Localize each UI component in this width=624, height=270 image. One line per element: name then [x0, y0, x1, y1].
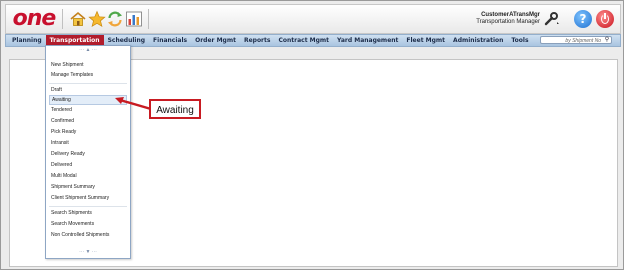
- wrench-icon[interactable]: [544, 12, 560, 26]
- user-name: CustomerATransMgr: [481, 12, 540, 18]
- one-logo[interactable]: one: [12, 8, 57, 30]
- help-icon[interactable]: ?: [574, 10, 592, 28]
- shipment-search-input[interactable]: by Shipment No: [540, 36, 612, 44]
- nav-reports[interactable]: Reports: [240, 35, 275, 46]
- menu-item-pick-ready[interactable]: Pick Ready: [49, 127, 127, 137]
- user-info: CustomerATransMgr Transportation Manager: [476, 12, 540, 26]
- menu-divider: [49, 206, 127, 207]
- home-icon[interactable]: [69, 10, 87, 28]
- nav-tools[interactable]: Tools: [507, 35, 532, 46]
- nav-order-mgmt[interactable]: Order Mgmt: [191, 35, 240, 46]
- user-role: Transportation Manager: [476, 19, 540, 25]
- menu-divider: [49, 83, 127, 84]
- header-divider: [62, 9, 63, 29]
- menu-item-shipment-summary[interactable]: Shipment Summary: [49, 182, 127, 192]
- chart-icon[interactable]: [125, 10, 143, 28]
- refresh-icon[interactable]: [106, 10, 124, 28]
- scroll-up-icon[interactable]: ⋯ ▲ ⋯: [46, 46, 130, 54]
- nav-yard-management[interactable]: Yard Management: [333, 35, 402, 46]
- app-window: one CustomerATransMgr Transportation Man…: [0, 0, 624, 270]
- menu-item-client-shipment-summary[interactable]: Client Shipment Summary: [49, 193, 127, 203]
- header-bar: one CustomerATransMgr Transportation Man…: [5, 4, 621, 34]
- menu-item-manage-templates[interactable]: Manage Templates: [49, 70, 127, 80]
- nav-planning[interactable]: Planning: [8, 35, 46, 46]
- menu-item-intransit[interactable]: Intransit: [49, 138, 127, 148]
- menu-item-new-shipment[interactable]: New Shipment: [49, 60, 127, 70]
- menu-item-multi-modal[interactable]: Multi Modal: [49, 171, 127, 181]
- star-icon[interactable]: [88, 10, 106, 28]
- transportation-menu: ⋯ ▲ ⋯ New Shipment Manage Templates Draf…: [45, 45, 131, 259]
- menu-item-confirmed[interactable]: Confirmed: [49, 116, 127, 126]
- awaiting-callout: Awaiting: [149, 99, 201, 119]
- scroll-down-icon[interactable]: ⋯ ▼ ⋯: [46, 248, 130, 256]
- menu-item-non-controlled-shipments[interactable]: Non Controlled Shipments: [49, 230, 127, 240]
- nav-administration[interactable]: Administration: [449, 35, 507, 46]
- nav-fleet-mgmt[interactable]: Fleet Mgmt: [402, 35, 449, 46]
- menu-item-search-shipments[interactable]: Search Shipments: [49, 208, 127, 218]
- power-icon[interactable]: [596, 10, 614, 28]
- menu-item-delivered[interactable]: Delivered: [49, 160, 127, 170]
- menu-item-delivery-ready[interactable]: Delivery Ready: [49, 149, 127, 159]
- nav-financials[interactable]: Financials: [149, 35, 191, 46]
- nav-contract-mgmt[interactable]: Contract Mgmt: [274, 35, 333, 46]
- search-icon[interactable]: ⚲: [603, 36, 611, 44]
- menu-item-search-movements[interactable]: Search Movements: [49, 219, 127, 229]
- header-divider: [148, 9, 149, 29]
